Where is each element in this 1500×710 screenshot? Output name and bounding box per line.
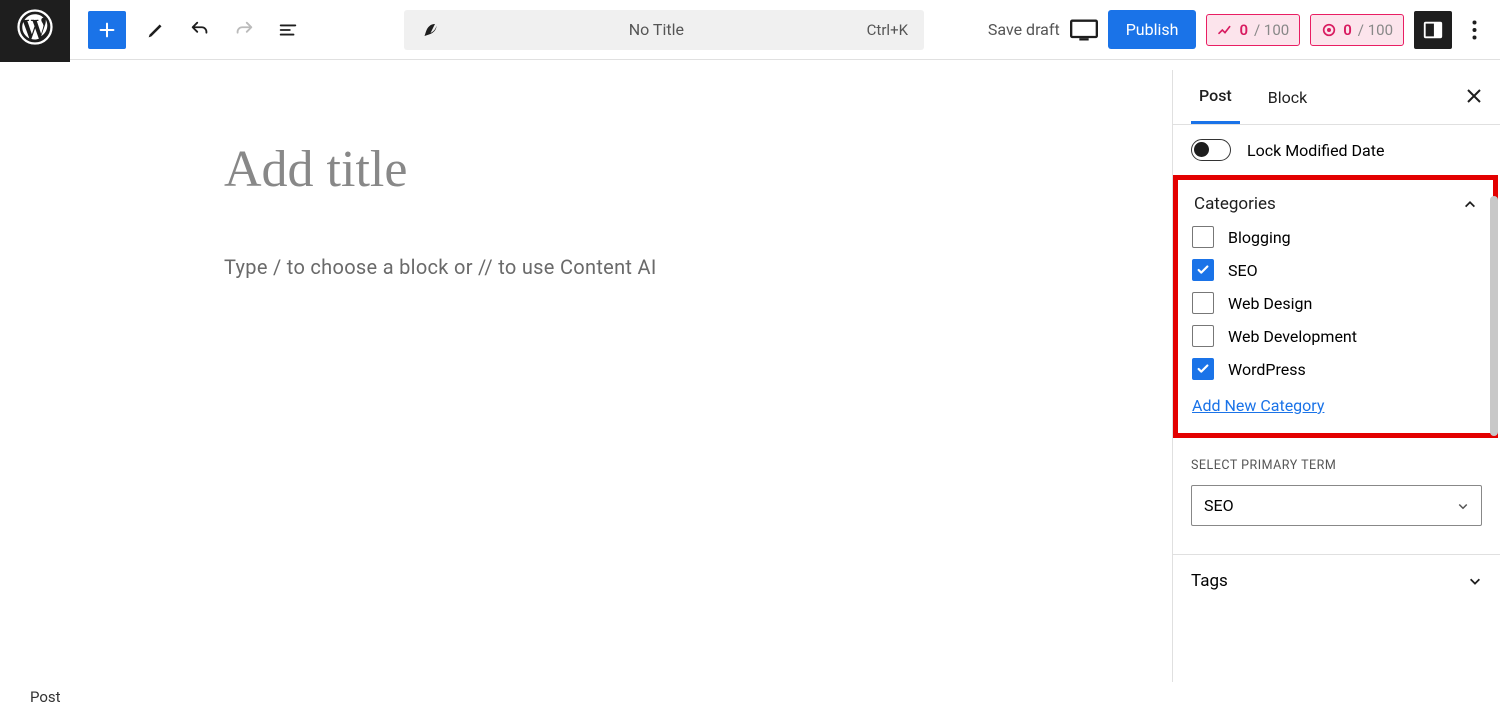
score-max: / 100 — [1358, 21, 1393, 39]
primary-term-select[interactable]: SEO — [1191, 485, 1482, 526]
categories-header[interactable]: Categories — [1192, 192, 1479, 226]
lock-modified-toggle[interactable] — [1191, 139, 1231, 161]
toolbar-left-group — [70, 10, 308, 50]
check-icon — [1196, 362, 1210, 376]
category-item[interactable]: Web Design — [1192, 292, 1479, 314]
lock-modified-row: Lock Modified Date — [1173, 125, 1500, 175]
seo-score-pill-2[interactable]: 0 / 100 — [1310, 14, 1404, 46]
post-body-placeholder[interactable]: Type / to choose a block or // to use Co… — [224, 255, 972, 279]
command-bar[interactable]: No Title Ctrl+K — [404, 10, 924, 50]
toggle-knob — [1194, 142, 1209, 157]
redo-icon — [233, 19, 255, 41]
score-value: 0 — [1239, 21, 1248, 39]
breadcrumb[interactable]: Post — [30, 684, 61, 710]
chevron-down-icon — [1468, 574, 1482, 588]
category-item[interactable]: SEO — [1192, 259, 1479, 281]
tab-block[interactable]: Block — [1260, 70, 1315, 124]
chevron-up-icon — [1463, 197, 1477, 211]
add-new-category-link[interactable]: Add New Category — [1192, 396, 1479, 415]
pencil-icon — [145, 19, 167, 41]
category-label: Blogging — [1228, 228, 1291, 247]
add-block-button[interactable] — [88, 11, 126, 49]
category-checkbox[interactable] — [1192, 325, 1214, 347]
category-checkbox[interactable] — [1192, 358, 1214, 380]
sidebar-tabs: Post Block — [1173, 70, 1500, 125]
category-label: WordPress — [1228, 360, 1306, 379]
category-label: Web Development — [1228, 327, 1357, 346]
top-toolbar: No Title Ctrl+K Save draft Publish 0 / 1… — [0, 0, 1500, 60]
undo-button[interactable] — [180, 10, 220, 50]
close-icon — [1466, 88, 1482, 104]
category-label: SEO — [1228, 261, 1258, 280]
chevron-down-icon — [1457, 500, 1469, 512]
category-label: Web Design — [1228, 294, 1312, 313]
category-checkbox[interactable] — [1192, 292, 1214, 314]
score-max: / 100 — [1254, 21, 1289, 39]
category-item[interactable]: WordPress — [1192, 358, 1479, 380]
edit-tools-button[interactable] — [136, 10, 176, 50]
command-shortcut: Ctrl+K — [867, 21, 908, 39]
dots-vertical-icon — [1472, 20, 1477, 40]
target-icon — [1321, 22, 1337, 38]
more-options-button[interactable] — [1462, 11, 1486, 49]
wordpress-logo-button[interactable] — [0, 0, 70, 62]
seo-score-pill-1[interactable]: 0 / 100 — [1206, 14, 1300, 46]
primary-term-value: SEO — [1204, 496, 1234, 515]
undo-icon — [189, 19, 211, 41]
panel-icon — [1422, 19, 1444, 41]
categories-list: Blogging SEO Web Design Web Development Word… — [1192, 226, 1479, 380]
trend-icon — [1217, 22, 1233, 38]
redo-button[interactable] — [224, 10, 264, 50]
document-title-display: No Title — [456, 20, 857, 39]
document-overview-button[interactable] — [268, 10, 308, 50]
sidebar-scrollbar[interactable] — [1490, 196, 1498, 436]
check-icon — [1196, 263, 1210, 277]
editor-canvas[interactable]: Add title Type / to choose a block or //… — [10, 70, 1172, 682]
tags-header[interactable]: Tags — [1173, 555, 1500, 607]
categories-panel-highlighted: Categories Blogging SEO Web Design Web Deve… — [1173, 175, 1498, 438]
publish-button[interactable]: Publish — [1108, 10, 1197, 49]
categories-title: Categories — [1194, 194, 1276, 214]
primary-term-section: SELECT PRIMARY TERM SEO — [1173, 438, 1500, 555]
category-item[interactable]: Blogging — [1192, 226, 1479, 248]
list-icon — [277, 19, 299, 41]
score-value: 0 — [1343, 21, 1352, 39]
sidebar-toggle-button[interactable] — [1414, 11, 1452, 49]
save-draft-button[interactable]: Save draft — [988, 20, 1060, 39]
close-sidebar-button[interactable] — [1466, 85, 1482, 109]
category-checkbox[interactable] — [1192, 259, 1214, 281]
primary-term-label: SELECT PRIMARY TERM — [1191, 458, 1482, 473]
toolbar-right-group: Save draft Publish 0 / 100 0 / 100 — [988, 10, 1486, 49]
tab-post[interactable]: Post — [1191, 70, 1240, 124]
category-checkbox[interactable] — [1192, 226, 1214, 248]
post-title-input[interactable]: Add title — [224, 140, 972, 199]
wordpress-icon — [17, 9, 53, 45]
category-item[interactable]: Web Development — [1192, 325, 1479, 347]
lock-modified-label: Lock Modified Date — [1247, 141, 1384, 160]
settings-sidebar: Post Block Lock Modified Date Categories… — [1172, 70, 1500, 682]
preview-button[interactable] — [1070, 19, 1098, 41]
feather-icon — [420, 21, 438, 39]
plus-icon — [96, 19, 118, 41]
tags-title: Tags — [1191, 571, 1228, 591]
